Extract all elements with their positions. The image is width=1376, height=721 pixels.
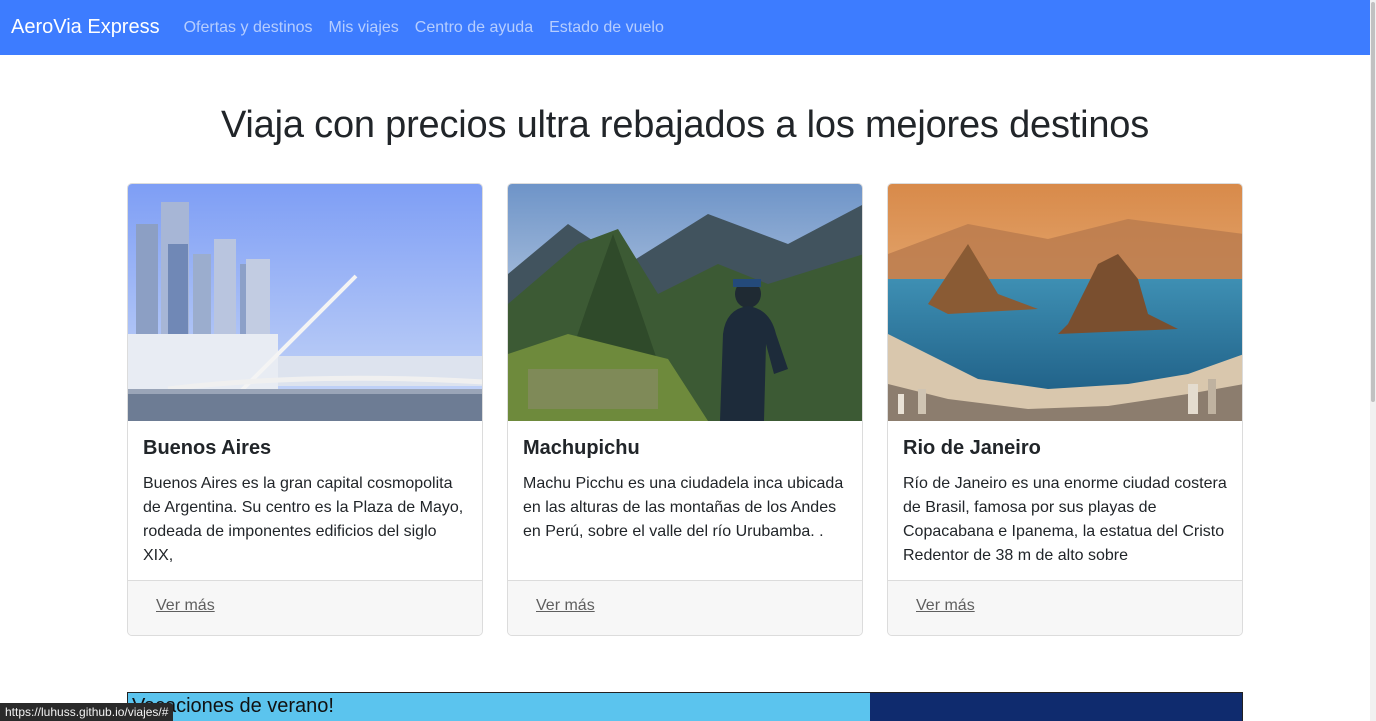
nav-link-ofertas[interactable]: Ofertas y destinos [184, 19, 313, 37]
card-text: Machu Picchu es una ciudadela inca ubica… [523, 475, 844, 540]
top-navbar: AeroVia Express Ofertas y destinos Mis v… [0, 0, 1370, 55]
page-title: Viaja con precios ultra rebajados a los … [220, 104, 1150, 146]
scrollbar-thumb[interactable] [1371, 2, 1375, 402]
card-footer: Ver más [128, 580, 482, 635]
summer-vacation-banner: Vacaciones de verano! [127, 692, 1243, 721]
ver-mas-link[interactable]: Ver más [536, 597, 595, 614]
card-title: Rio de Janeiro [903, 437, 1041, 459]
status-bar-url: https://luhuss.github.io/viajes/# [0, 703, 174, 721]
ver-mas-link[interactable]: Ver más [916, 597, 975, 614]
destination-card-rio-de-janeiro: Rio de Janeiro Río de Janeiro es una eno… [887, 183, 1243, 636]
card-footer: Ver más [508, 580, 862, 635]
card-title: Buenos Aires [143, 437, 272, 459]
card-text: Buenos Aires es la gran capital cosmopol… [143, 475, 464, 564]
machupichu-image [508, 184, 862, 421]
ver-mas-link[interactable]: Ver más [156, 597, 215, 614]
nav-link-estado-vuelo[interactable]: Estado de vuelo [549, 19, 664, 37]
rio-de-janeiro-image [888, 184, 1242, 421]
brand-logo-link[interactable]: AeroVia Express [11, 16, 160, 39]
card-title: Machupichu [523, 437, 640, 459]
summer-banner-image [870, 693, 1242, 721]
card-text: Río de Janeiro es una enorme ciudad cost… [903, 475, 1227, 564]
buenos-aires-image [128, 184, 482, 421]
destination-card-machupichu: Machupichu Machu Picchu es una ciudadela… [507, 183, 863, 636]
destination-card-buenos-aires: Buenos Aires Buenos Aires es la gran cap… [127, 183, 483, 636]
nav-link-mis-viajes[interactable]: Mis viajes [329, 19, 399, 37]
nav-link-centro-ayuda[interactable]: Centro de ayuda [415, 19, 533, 37]
card-footer: Ver más [888, 580, 1242, 635]
